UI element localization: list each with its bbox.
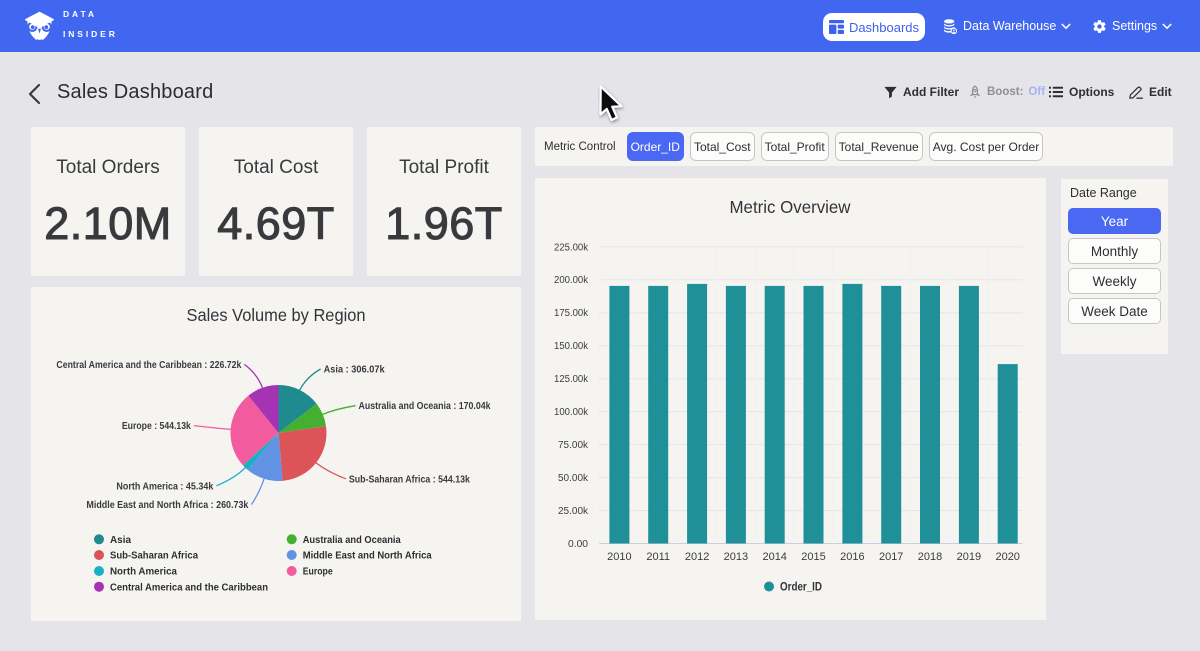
- svg-text:50.00k: 50.00k: [558, 473, 589, 484]
- svg-text:75.00k: 75.00k: [558, 440, 589, 451]
- svg-text:2020: 2020: [995, 551, 1019, 563]
- svg-text:25.00k: 25.00k: [558, 506, 589, 517]
- svg-text:Sales Volume by Region: Sales Volume by Region: [187, 305, 366, 325]
- svg-text:200.00k: 200.00k: [554, 275, 589, 286]
- svg-text:2016: 2016: [840, 551, 864, 563]
- svg-text:Central America and the Caribb: Central America and the Caribbean: [110, 581, 268, 593]
- svg-text:2017: 2017: [879, 551, 903, 563]
- svg-text:Sub-Saharan Africa : 544.13k: Sub-Saharan Africa : 544.13k: [349, 473, 470, 485]
- svg-text:Asia : 306.07k: Asia : 306.07k: [324, 364, 385, 376]
- svg-text:2011: 2011: [646, 551, 670, 563]
- svg-text:Europe : 544.13k: Europe : 544.13k: [122, 420, 191, 432]
- svg-text:2019: 2019: [957, 551, 981, 563]
- svg-text:Sub-Saharan Africa: Sub-Saharan Africa: [110, 550, 198, 562]
- svg-text:2018: 2018: [918, 551, 942, 563]
- svg-text:Order_ID: Order_ID: [780, 582, 822, 594]
- svg-text:Europe: Europe: [303, 566, 333, 578]
- svg-text:Middle East and North Africa: Middle East and North Africa: [303, 550, 432, 562]
- svg-text:225.00k: 225.00k: [554, 242, 589, 253]
- svg-text:175.00k: 175.00k: [554, 308, 589, 319]
- svg-text:North America : 45.34k: North America : 45.34k: [116, 480, 213, 492]
- svg-text:Australia and Oceania: Australia and Oceania: [303, 534, 401, 546]
- svg-text:2012: 2012: [685, 551, 709, 563]
- svg-text:0.00: 0.00: [568, 539, 588, 550]
- svg-text:Middle East and North Africa :: Middle East and North Africa : 260.73k: [86, 499, 248, 511]
- svg-text:2013: 2013: [724, 551, 748, 563]
- svg-text:2015: 2015: [801, 551, 825, 563]
- svg-text:Central America and the Caribb: Central America and the Caribbean : 226.…: [56, 359, 241, 371]
- svg-text:Australia and Oceania : 170.04: Australia and Oceania : 170.04k: [359, 400, 491, 412]
- svg-text:2010: 2010: [607, 551, 631, 563]
- svg-text:North America: North America: [110, 566, 177, 578]
- svg-text:150.00k: 150.00k: [554, 341, 589, 352]
- svg-text:2014: 2014: [762, 551, 786, 563]
- svg-text:Asia: Asia: [110, 534, 131, 546]
- svg-text:100.00k: 100.00k: [554, 407, 589, 418]
- svg-text:125.00k: 125.00k: [554, 374, 589, 385]
- svg-text:Metric Overview: Metric Overview: [730, 197, 851, 217]
